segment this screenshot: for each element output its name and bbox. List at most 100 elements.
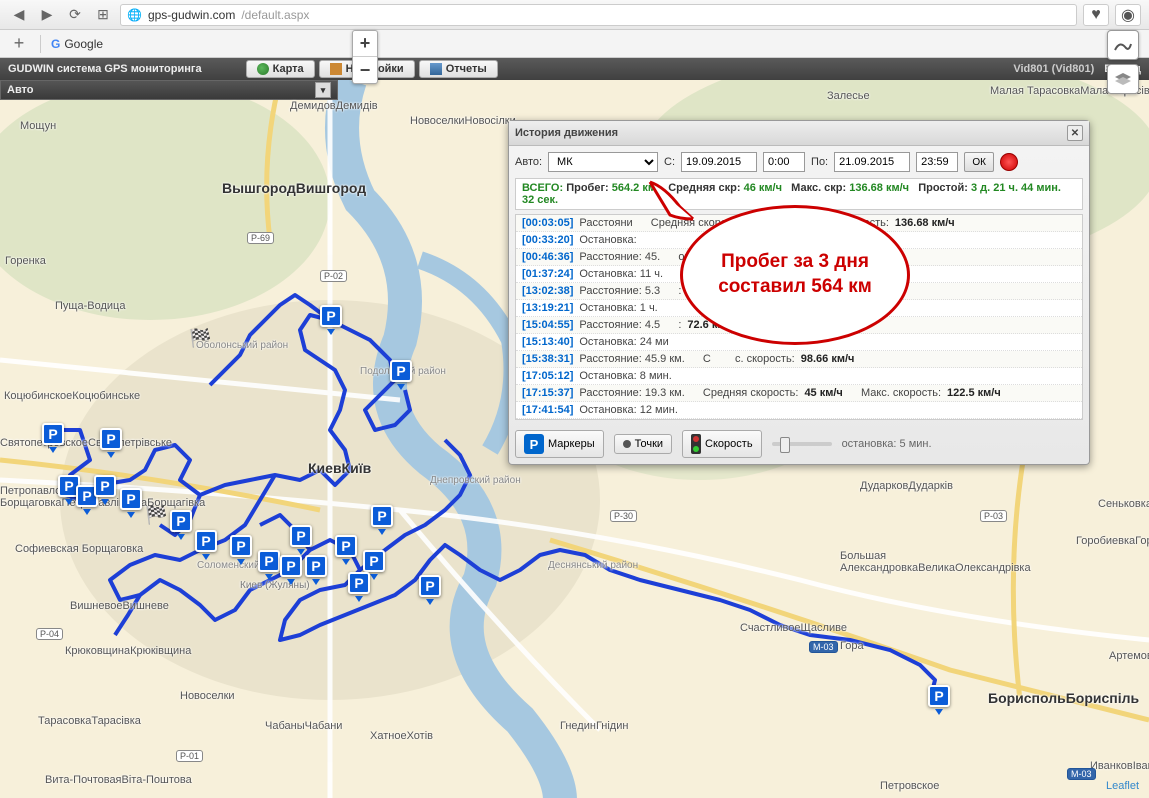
report-icon [430,63,442,75]
url-path: /default.aspx [241,8,309,22]
city-kotsyub: КоцюбинскоеКоцюбинське [4,390,140,402]
history-row[interactable]: [17:41:54] Остановка: 12 мин. [516,402,1082,419]
leaflet-attribution[interactable]: Leaflet [1106,780,1139,792]
parking-marker[interactable]: P [305,555,327,581]
zoom-out-button[interactable]: − [353,57,377,83]
city-gnedin: ГнединГнідин [560,720,628,732]
forward-button[interactable]: ▶ [36,4,58,26]
layer-control [1107,30,1139,98]
city-sofiev: Софиевская Борщаговка [15,543,143,555]
city-svyat: СвятопетровскоеСвятопетрівське [0,437,172,449]
road-p03: P-03 [980,510,1007,522]
from-date-input[interactable] [681,152,757,172]
parking-marker[interactable]: P [170,510,192,536]
city-novoselki2: НовоселкиНовосілки [410,115,516,127]
parking-marker[interactable]: P [290,525,312,551]
ok-button[interactable]: ОК [964,152,994,172]
apps-button[interactable]: ⊞ [92,4,114,26]
city-sen: Сеньковка [1098,498,1149,510]
parking-marker[interactable]: P [320,305,342,331]
chevron-down-icon[interactable]: ▾ [315,82,331,98]
browser-subbar: + G Google [0,30,1149,58]
parking-marker[interactable]: P [419,575,441,601]
parking-marker[interactable]: P [390,360,412,386]
profile-button[interactable]: ◉ [1115,4,1141,26]
city-artemovka: Артемовка [1109,650,1149,662]
from-time-input[interactable] [763,152,805,172]
stop-slider[interactable] [772,442,832,446]
parking-marker[interactable]: P [280,555,302,581]
parking-marker[interactable]: P [230,535,252,561]
city-petrovskoe: Петровское [880,780,939,792]
new-tab-button[interactable]: + [8,33,30,54]
parking-marker[interactable]: P [120,488,142,514]
divider [40,35,41,53]
google-bookmark[interactable]: G Google [51,37,103,51]
history-row[interactable]: [15:38:31] Расстояние: 45.9 км. С с. ско… [516,351,1082,368]
parking-marker[interactable]: P [335,535,357,561]
road-m03: M-03 [809,641,838,653]
city-kryuk: КрюковщинаКрюківщина [65,645,191,657]
road-p04: P-04 [36,628,63,640]
city-dudarkov: ДударковДударків [860,480,953,492]
city-bolshaya: БольшаяАлександровкаВеликаОлександрівка [840,550,1031,574]
zoom-in-button[interactable]: + [353,31,377,57]
city-demidov: ДемидовДемидів [290,100,378,112]
history-row[interactable]: [17:05:12] Остановка: 8 мин. [516,368,1082,385]
city-borispol: БориспольБориспіль [988,690,1139,706]
callout-bubble: Пробег за 3 дня составил 564 км [680,205,910,345]
auto-select[interactable]: МК [548,152,658,172]
layers-button[interactable] [1107,64,1139,94]
sidebar-auto-header[interactable]: Авто ▾ [0,80,338,100]
back-button[interactable]: ◀ [8,4,30,26]
parking-marker[interactable]: P [258,550,280,576]
tab-map[interactable]: Карта [246,60,315,78]
panel-title-bar[interactable]: История движения ✕ [509,121,1089,146]
from-label: С: [664,156,675,168]
flag-marker[interactable]: 🏁 [189,328,209,348]
dot-icon [623,440,631,448]
panel-footer: PМаркеры Точки Скорость остановка: 5 мин… [509,424,1089,464]
routes-layer-button[interactable] [1107,30,1139,60]
app-title: GUDWIN система GPS мониторинга [8,63,202,75]
close-button[interactable]: ✕ [1067,125,1083,141]
road-p69: P-69 [247,232,274,244]
stop-button[interactable] [1000,153,1018,171]
speed-button[interactable]: Скорость [682,430,762,458]
city-vita: Вита-ПочтоваяВіта-Поштова [45,774,192,786]
city-gorobievka: ГоробиевкаГоробіївка [1076,535,1149,547]
city-vyshgorod: ВышгородВишгород [222,180,366,196]
city-tarasovka: ТарасовкаТарасівка [38,715,141,727]
parking-marker[interactable]: P [928,685,950,711]
markers-button[interactable]: PМаркеры [515,430,604,458]
flag-marker[interactable]: 🏁 [145,505,165,525]
to-date-input[interactable] [834,152,910,172]
city-pushcha: Пуща-Водица [55,300,125,312]
parking-marker[interactable]: P [195,530,217,556]
parking-marker[interactable]: P [371,505,393,531]
url-bar[interactable]: 🌐 gps-gudwin.com/default.aspx [120,4,1077,26]
road-p30: Р-30 [610,510,637,522]
tools-icon [330,63,342,75]
to-label: По: [811,156,828,168]
app-header: GUDWIN система GPS мониторинга Карта Нас… [0,58,1149,80]
reload-button[interactable]: ⟳ [64,4,86,26]
tab-reports[interactable]: Отчеты [419,60,498,78]
stop-label: остановка: 5 мин. [842,438,932,450]
browser-toolbar: ◀ ▶ ⟳ ⊞ 🌐 gps-gudwin.com/default.aspx ♥ … [0,0,1149,30]
parking-marker[interactable]: P [348,572,370,598]
city-kiev: КиевКиїв [308,460,371,476]
parking-marker[interactable]: P [94,475,116,501]
history-row[interactable]: [17:15:37] Расстояние: 19.3 км. Средняя … [516,385,1082,402]
to-time-input[interactable] [916,152,958,172]
url-domain: gps-gudwin.com [148,8,235,22]
parking-marker[interactable]: P [42,423,64,449]
city-gora: Гора [840,640,864,652]
query-row: Авто: МК С: По: ОК [509,146,1089,178]
parking-icon: P [524,434,544,454]
favorite-button[interactable]: ♥ [1083,4,1109,26]
user-info: Vid801 (Vid801) [1013,63,1094,75]
parking-marker[interactable]: P [100,428,122,454]
district-desn: Деснянський район [548,560,638,571]
points-button[interactable]: Точки [614,434,672,454]
